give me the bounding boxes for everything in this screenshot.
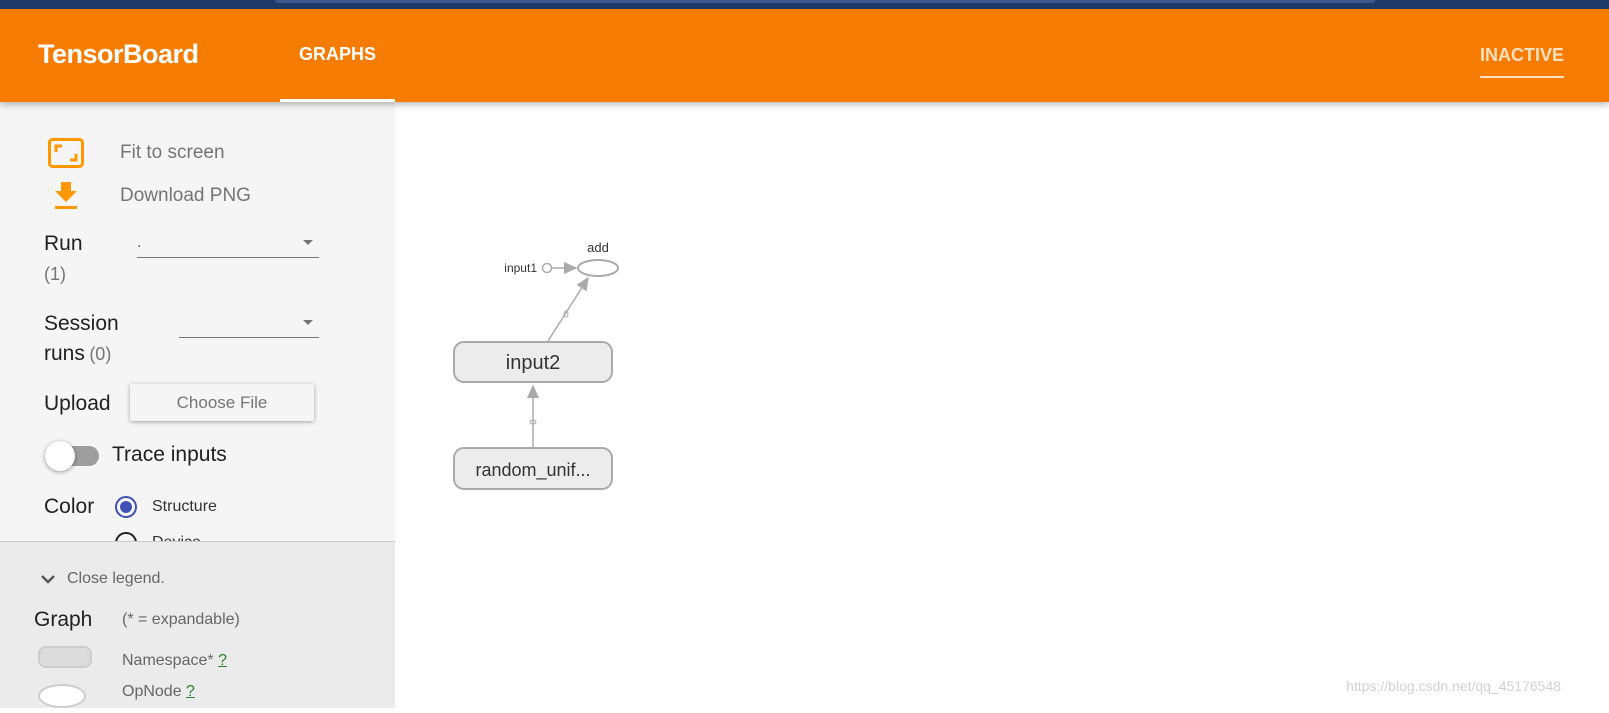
namespace-help-link[interactable]: ?: [218, 652, 227, 669]
watermark: https://blog.csdn.net/qq_45176548: [1346, 678, 1561, 694]
upload-label: Upload: [44, 392, 111, 415]
node-random-uniform[interactable]: random_unif...: [453, 447, 613, 490]
session-runs: runs (0): [44, 342, 111, 366]
node-input1-label: input1: [504, 261, 537, 275]
top-app-bar: TensorBoard GRAPHS INACTIVE: [0, 9, 1609, 102]
fit-to-screen-label: Fit to screen: [120, 142, 225, 163]
namespace-legend: Namespace* ?: [122, 652, 227, 670]
download-png-label: Download PNG: [120, 185, 251, 206]
node-add[interactable]: add: [577, 240, 619, 277]
run-select-value: .: [137, 234, 142, 251]
legend-graph-label: Graph: [34, 608, 93, 631]
browser-strip: [0, 0, 1609, 9]
session-label: Session: [44, 312, 119, 335]
node-random-uniform-label: random_unif...: [475, 460, 590, 481]
sidebar: Fit to screen Download PNG Run (1) . Ses…: [0, 102, 395, 708]
edge-input2-add: [547, 276, 589, 342]
opnode-swatch: [38, 684, 86, 708]
tab-inactive[interactable]: INACTIVE: [1480, 9, 1609, 102]
graph-canvas[interactable]: add input1 input2 random_unif...: [395, 102, 1609, 708]
tab-inactive-label: INACTIVE: [1480, 45, 1565, 78]
run-count: (1): [44, 264, 66, 284]
trace-inputs-label: Trace inputs: [112, 443, 227, 466]
node-input1[interactable]: input1: [504, 261, 553, 275]
tab-graphs[interactable]: GRAPHS: [280, 9, 395, 102]
download-icon: [55, 182, 77, 209]
opnode-help-link[interactable]: ?: [186, 683, 195, 700]
namespace-swatch: [38, 646, 92, 668]
opnode-label: OpNode: [122, 683, 182, 700]
run-select[interactable]: .: [137, 234, 319, 258]
brand-title: TensorBoard: [38, 39, 199, 69]
node-add-label: add: [587, 240, 609, 255]
chevron-down-icon: [41, 575, 55, 584]
expandable-note: (* = expandable): [122, 611, 240, 628]
choose-file-button[interactable]: Choose File: [130, 384, 314, 421]
legend-panel: Close legend. Graph (* = expandable) Nam…: [0, 541, 395, 708]
opnode-legend: OpNode ?: [122, 683, 195, 701]
trace-inputs-toggle[interactable]: [45, 441, 99, 471]
color-radio-structure[interactable]: Structure: [115, 496, 217, 518]
node-input2-label: input2: [506, 352, 561, 374]
fit-screen-icon: [48, 138, 84, 168]
node-input2[interactable]: input2: [453, 341, 613, 383]
namespace-label: Namespace*: [122, 652, 214, 669]
close-legend-label: Close legend.: [67, 570, 165, 587]
session-runs-label: runs: [44, 342, 85, 365]
download-png-button[interactable]: Download PNG: [54, 182, 251, 210]
radio-checked-icon: [115, 496, 137, 518]
session-select[interactable]: [179, 314, 319, 338]
close-legend-button[interactable]: Close legend.: [40, 570, 165, 588]
graph-svg[interactable]: add input1 input2 random_unif...: [395, 102, 1609, 708]
session-count: (0): [89, 344, 112, 364]
color-label: Color: [44, 495, 95, 518]
structure-label: Structure: [152, 498, 217, 515]
dropdown-caret-icon: [303, 320, 313, 325]
dropdown-caret-icon: [303, 240, 313, 245]
run-label: Run: [44, 232, 83, 255]
fit-to-screen-button[interactable]: Fit to screen: [48, 138, 225, 168]
